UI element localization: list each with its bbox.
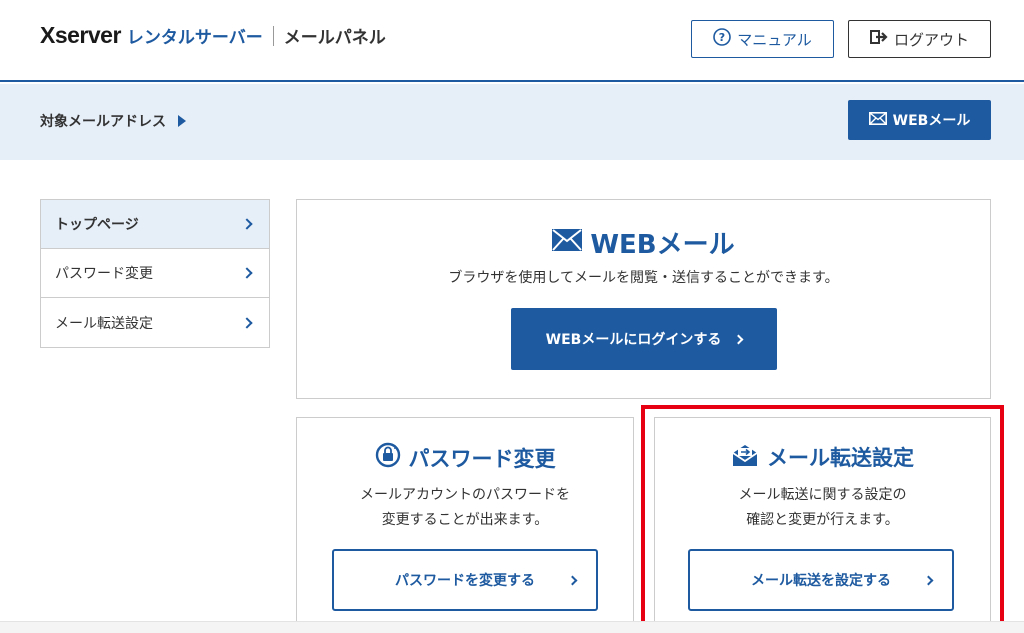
sidebar-item-label: メール転送設定 xyxy=(55,315,153,332)
help-icon: ? xyxy=(713,28,737,50)
password-card-title: パスワード変更 xyxy=(297,442,633,473)
manual-button[interactable]: ? マニュアル xyxy=(691,20,834,58)
triangle-right-icon xyxy=(178,115,186,127)
chevron-right-icon xyxy=(241,316,253,329)
password-title-text: パスワード変更 xyxy=(408,446,556,471)
webmail-login-button[interactable]: WEBメールにログインする xyxy=(511,308,777,370)
target-address-selector[interactable]: 対象メールアドレス xyxy=(40,111,186,131)
logo[interactable]: Xserver レンタルサーバー メールパネル xyxy=(40,22,386,49)
mail-forward-icon xyxy=(731,443,767,472)
password-description-line1: メールアカウントのパスワードを xyxy=(360,487,570,503)
chevron-right-icon xyxy=(733,334,744,344)
mail-icon xyxy=(868,111,893,129)
forwarding-card-title: メール転送設定 xyxy=(655,442,990,472)
change-password-label: パスワードを変更する xyxy=(395,573,535,589)
webmail-card-title: WEBメール xyxy=(297,224,990,261)
webmail-card: WEBメール ブラウザを使用してメールを閲覧・送信することができます。 WEBメ… xyxy=(296,199,991,399)
set-forwarding-label: メール転送を設定する xyxy=(751,573,891,589)
forwarding-card: メール転送設定 メール転送に関する設定の 確認と変更が行えます。 メール転送を設… xyxy=(654,417,991,633)
change-password-button[interactable]: パスワードを変更する xyxy=(332,549,598,611)
sidebar-item-forwarding[interactable]: メール転送設定 xyxy=(41,298,269,347)
sidebar-item-top[interactable]: トップページ xyxy=(41,200,269,249)
chevron-right-icon xyxy=(567,575,578,586)
password-card: パスワード変更 メールアカウントのパスワードを 変更することが出来ます。 パスワ… xyxy=(296,417,634,633)
target-address-label: 対象メールアドレス xyxy=(40,114,166,130)
sidebar: トップページ パスワード変更 メール転送設定 xyxy=(40,199,270,348)
lock-icon xyxy=(375,442,409,473)
sidebar-item-label: パスワード変更 xyxy=(55,266,153,282)
logout-label: ログアウト xyxy=(893,30,969,49)
webmail-title-text: WEBメール xyxy=(590,230,735,260)
chevron-right-icon xyxy=(241,218,253,230)
page-bottom-divider xyxy=(0,621,1024,633)
password-description-line2: 変更することが出来ます。 xyxy=(381,512,549,528)
forwarding-description: メール転送に関する設定の 確認と変更が行えます。 xyxy=(655,483,990,533)
chevron-right-icon xyxy=(241,267,253,279)
svg-text:?: ? xyxy=(719,31,725,44)
webmail-header-label: WEBメール xyxy=(892,113,971,129)
forwarding-description-line2: 確認と変更が行えます。 xyxy=(746,512,899,528)
forwarding-title-text: メール転送設定 xyxy=(767,446,914,470)
manual-label: マニュアル xyxy=(737,30,812,49)
chevron-right-icon xyxy=(923,575,934,586)
sidebar-item-password[interactable]: パスワード変更 xyxy=(41,249,269,298)
forwarding-description-line1: メール転送に関する設定の xyxy=(738,487,907,503)
logout-button[interactable]: ログアウト xyxy=(848,20,991,58)
logo-sub: レンタルサーバー xyxy=(126,28,263,48)
logout-icon xyxy=(869,29,894,49)
set-forwarding-button[interactable]: メール転送を設定する xyxy=(688,549,954,611)
webmail-description: ブラウザを使用してメールを閲覧・送信することができます。 xyxy=(448,270,839,286)
webmail-header-button[interactable]: WEBメール xyxy=(848,100,991,140)
logo-main: Xserver xyxy=(40,22,121,48)
mail-icon xyxy=(552,228,590,258)
password-description: メールアカウントのパスワードを 変更することが出来ます。 xyxy=(297,483,633,533)
sidebar-item-label: トップページ xyxy=(55,217,139,233)
panel-title: メールパネル xyxy=(283,28,386,48)
header: Xserver レンタルサーバー メールパネル ? マニュアル ログアウト xyxy=(0,0,1024,82)
webmail-login-label: WEBメールにログインする xyxy=(545,332,722,348)
logo-divider xyxy=(272,25,274,46)
